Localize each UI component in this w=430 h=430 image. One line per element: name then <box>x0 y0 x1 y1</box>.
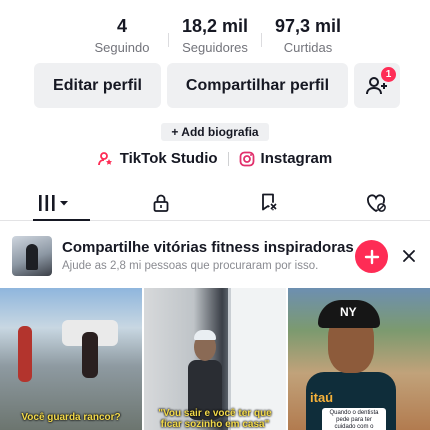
stat-likes[interactable]: 97,3 mil Curtidas <box>262 15 354 60</box>
profile-stats: 4 Seguindo 18,2 mil Seguidores 97,3 mil … <box>0 15 430 60</box>
cap-logo: NY <box>340 305 357 319</box>
stat-followers[interactable]: 18,2 mil Seguidores <box>169 15 261 60</box>
video-thumbnail[interactable]: Você guarda rancor? <box>0 288 142 430</box>
lock-icon <box>153 194 169 212</box>
top-crop <box>0 0 430 8</box>
tab-private[interactable] <box>108 185 216 220</box>
tab-videos[interactable] <box>0 185 108 221</box>
tab-reposts[interactable] <box>215 185 323 220</box>
add-friends-button[interactable]: 1 <box>354 63 400 108</box>
suggestion-banner[interactable]: Compartilhe vitórias fitness inspiradora… <box>0 232 430 280</box>
suggestion-subtitle: Ajude as 2,8 mi pessoas que procuraram p… <box>62 260 319 272</box>
liked-heart-icon <box>367 193 387 212</box>
stat-likes-label: Curtidas <box>283 40 333 55</box>
close-icon[interactable] <box>400 247 418 265</box>
grid-icon <box>38 194 68 211</box>
create-post-button[interactable] <box>355 240 388 273</box>
video-grid: Você guarda rancor? "Vou sair e você ter… <box>0 288 430 430</box>
profile-actions: Editar perfil Compartilhar perfil 1 <box>34 63 400 108</box>
tab-liked[interactable] <box>323 185 430 220</box>
stat-followers-value: 18,2 mil <box>181 16 249 36</box>
thumbnail-figure <box>26 244 38 270</box>
stat-following-value: 4 <box>116 16 127 36</box>
question-sticker: Quando o dentista pede para ter cuidado … <box>322 408 386 430</box>
add-bio-button[interactable]: + Add biografia <box>161 123 269 141</box>
shirt-logo: itaú <box>310 390 334 405</box>
cap-shape <box>194 330 216 340</box>
suggestion-title: Compartilhe vitórias fitness inspiradora… <box>62 239 354 256</box>
instagram-icon <box>239 151 254 166</box>
instagram-link[interactable]: Instagram <box>239 150 333 167</box>
instagram-label: Instagram <box>260 150 333 167</box>
tiktok-studio-label: TikTok Studio <box>119 150 218 167</box>
plus-icon <box>364 249 379 264</box>
video-caption: "Vou sair e você ter que ficar sozinho e… <box>158 408 272 430</box>
video-caption: Você guarda rancor? <box>21 412 121 423</box>
rider-shape <box>82 332 98 378</box>
stat-followers-label: Seguidores <box>182 40 248 55</box>
video-thumbnail[interactable]: "Vou sair e você ter que ficar sozinho e… <box>144 288 286 430</box>
notification-badge: 1 <box>381 67 396 82</box>
stat-following[interactable]: 4 Seguindo <box>76 15 168 60</box>
profile-tabs <box>0 185 430 221</box>
stat-likes-value: 97,3 mil <box>274 16 342 36</box>
profile-links: TikTok Studio Instagram <box>0 150 430 167</box>
edit-profile-button[interactable]: Editar perfil <box>34 63 161 108</box>
link-divider <box>227 151 229 166</box>
video-thumbnail[interactable]: itaú NY Quando o dentista pede para ter … <box>288 288 430 430</box>
tiktok-studio-icon <box>97 151 112 165</box>
bookmark-icon <box>261 193 278 210</box>
suggestion-thumbnail <box>12 236 52 276</box>
stat-following-label: Seguindo <box>94 40 150 55</box>
tiktok-studio-link[interactable]: TikTok Studio <box>97 150 218 167</box>
person-shape <box>18 326 32 382</box>
share-profile-button[interactable]: Compartilhar perfil <box>167 63 348 108</box>
